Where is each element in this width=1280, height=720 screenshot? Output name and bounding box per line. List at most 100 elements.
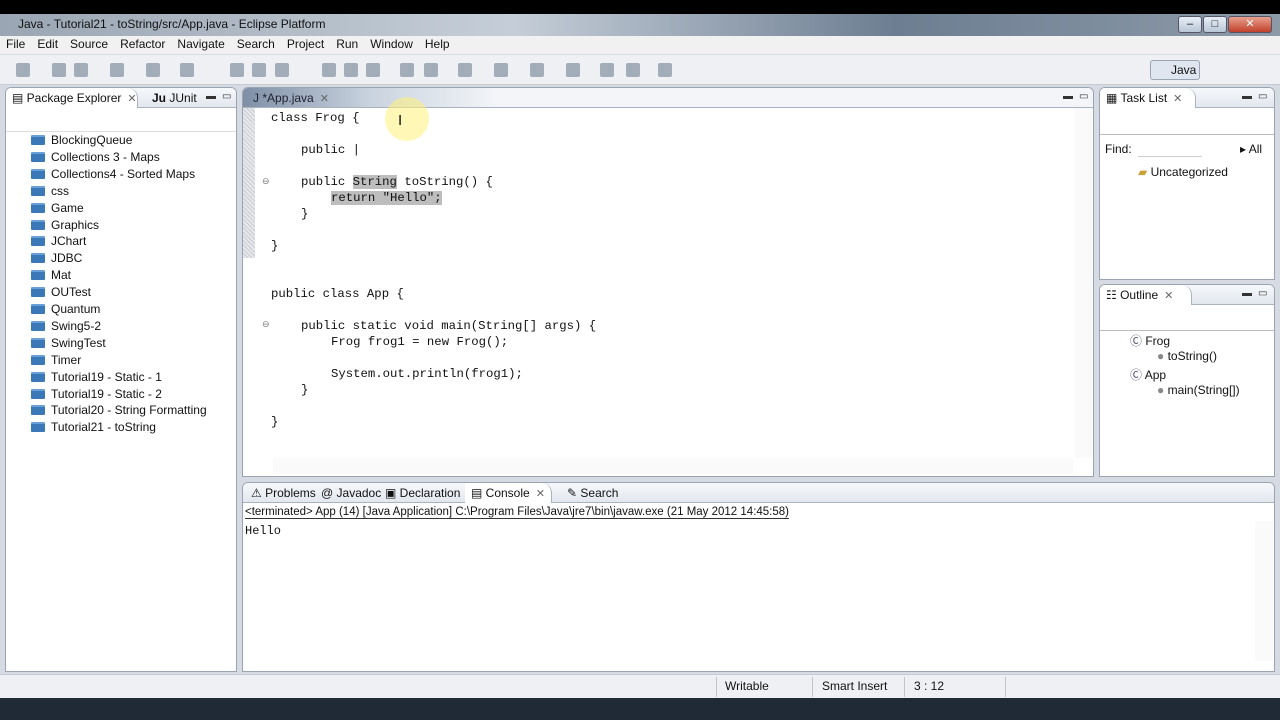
toolbar-button-icon[interactable] <box>16 63 30 77</box>
filter-all[interactable]: ▸ All <box>1240 142 1262 156</box>
toolbar-button-icon[interactable] <box>180 63 194 77</box>
toolbar-button-icon[interactable] <box>530 63 544 77</box>
menu-source[interactable]: Source <box>64 36 114 51</box>
outline-item[interactable]: ● toString() <box>1157 349 1217 366</box>
project-item[interactable]: Tutorial19 - Static - 1 <box>31 370 162 387</box>
maximize-icon[interactable]: ▭ <box>222 91 231 102</box>
maximize-icon[interactable]: ▭ <box>1258 288 1267 299</box>
minimize-icon[interactable]: ▬ <box>206 91 216 102</box>
project-label: Graphics <box>51 217 100 232</box>
menu-help[interactable]: Help <box>419 36 456 51</box>
project-item[interactable]: Collections4 - Sorted Maps <box>31 167 195 184</box>
fold-icon[interactable]: ⊖ <box>262 319 270 330</box>
close-button[interactable]: ✕ <box>1228 16 1272 33</box>
close-icon[interactable]: ✕ <box>320 93 329 105</box>
toolbar-button-icon[interactable] <box>110 63 124 77</box>
toolbar-button-icon[interactable] <box>658 63 672 77</box>
minimize-button[interactable]: – <box>1178 16 1202 33</box>
outline-item[interactable]: Ⓒ Frog <box>1130 332 1170 349</box>
editor-header: J *App.java ✕ ▬ ▭ <box>243 88 1093 108</box>
console-scrollbar[interactable] <box>1255 521 1273 661</box>
project-item[interactable]: Timer <box>31 353 81 370</box>
tab-task-list[interactable]: ▦ Task List ✕ <box>1100 88 1196 108</box>
menu-window[interactable]: Window <box>364 36 419 51</box>
project-item[interactable]: SwingTest <box>31 336 106 353</box>
close-icon[interactable]: ✕ <box>1173 93 1182 105</box>
toolbar-button-icon[interactable] <box>626 63 640 77</box>
toolbar-button-icon[interactable] <box>252 63 266 77</box>
menu-project[interactable]: Project <box>281 36 330 51</box>
outline-item[interactable]: Ⓒ App <box>1130 366 1166 383</box>
project-item[interactable]: Tutorial21 - toString <box>31 420 156 437</box>
find-input[interactable] <box>1138 140 1202 157</box>
tab-search[interactable]: ✎ Search <box>561 483 624 503</box>
menu-file[interactable]: File <box>0 36 31 51</box>
toolbar-button-icon[interactable] <box>566 63 580 77</box>
toolbar-button-icon[interactable] <box>400 63 414 77</box>
toolbar-button-icon[interactable] <box>366 63 380 77</box>
menu-navigate[interactable]: Navigate <box>171 36 230 51</box>
perspective-java-button[interactable]: Java <box>1150 60 1200 80</box>
toolbar-button-icon[interactable] <box>52 63 66 77</box>
project-item[interactable]: Game <box>31 201 84 218</box>
tab-package-explorer[interactable]: ▤ Package Explorer ✕ <box>6 88 138 108</box>
vertical-scrollbar[interactable] <box>1075 108 1093 458</box>
toolbar-button-icon[interactable] <box>424 63 438 77</box>
project-item[interactable]: Quantum <box>31 302 100 319</box>
toolbar-button-icon[interactable] <box>230 63 244 77</box>
project-item[interactable]: OUTest <box>31 285 91 302</box>
project-item[interactable]: Mat <box>31 268 71 285</box>
tab-app-java[interactable]: J *App.java ✕ <box>247 88 335 108</box>
close-icon[interactable]: ✕ <box>1164 290 1173 302</box>
project-item[interactable]: Swing5-2 <box>31 319 101 336</box>
project-item[interactable]: Tutorial19 - Static - 2 <box>31 387 162 404</box>
find-label: Find: <box>1105 142 1132 156</box>
tab-junit[interactable]: Ju JUnit <box>146 88 203 108</box>
menu-refactor[interactable]: Refactor <box>114 36 171 51</box>
menu-search[interactable]: Search <box>231 36 281 51</box>
project-item[interactable]: JChart <box>31 234 86 251</box>
tab-javadoc[interactable]: @ Javadoc <box>315 483 387 503</box>
project-folder-icon <box>31 287 45 298</box>
tab-outline[interactable]: ☷ Outline ✕ <box>1100 285 1192 305</box>
tab-declaration[interactable]: ▣ Declaration <box>379 483 466 503</box>
minimize-icon[interactable]: ▬ <box>1063 91 1073 102</box>
toolbar-button-icon[interactable] <box>344 63 358 77</box>
toolbar-button-icon[interactable] <box>74 63 88 77</box>
minimize-icon[interactable]: ▬ <box>1242 91 1252 102</box>
code-text: } <box>271 239 279 253</box>
maximize-button[interactable]: □ <box>1203 16 1227 33</box>
horizontal-scrollbar[interactable] <box>273 458 1073 474</box>
menu-run[interactable]: Run <box>330 36 364 51</box>
project-folder-icon <box>31 388 45 399</box>
minimize-icon[interactable]: ▬ <box>1242 288 1252 299</box>
toolbar: Java <box>0 55 1280 85</box>
toolbar-button-icon[interactable] <box>322 63 336 77</box>
tab-console[interactable]: ▤ Console ✕ <box>465 483 552 503</box>
toolbar-button-icon[interactable] <box>146 63 160 77</box>
close-icon[interactable]: ✕ <box>536 488 545 500</box>
maximize-icon[interactable]: ▭ <box>1258 91 1267 102</box>
console-output[interactable]: Hello <box>245 524 281 538</box>
project-item[interactable]: Graphics <box>31 218 99 235</box>
tab-problems[interactable]: ⚠ Problems <box>245 483 322 503</box>
project-item[interactable]: css <box>31 184 69 201</box>
category-uncategorized[interactable]: ▰ Uncategorized <box>1138 165 1228 179</box>
project-label: css <box>51 183 69 198</box>
toolbar-button-icon[interactable] <box>275 63 289 77</box>
project-item[interactable]: Tutorial20 - String Formatting <box>31 403 207 420</box>
toolbar-button-icon[interactable] <box>458 63 472 77</box>
menu-edit[interactable]: Edit <box>31 36 64 51</box>
project-item[interactable]: JDBC <box>31 251 82 268</box>
outline-item[interactable]: ● main(String[]) <box>1157 383 1240 400</box>
menu-bar: File Edit Source Refactor Navigate Search Proj… <box>0 36 1280 54</box>
toolbar-button-icon[interactable] <box>494 63 508 77</box>
fold-icon[interactable]: ⊖ <box>262 176 270 187</box>
project-item[interactable]: Collections 3 - Maps <box>31 150 160 167</box>
close-icon[interactable]: ✕ <box>127 93 136 105</box>
tab-label: Problems <box>265 486 316 500</box>
toolbar-button-icon[interactable] <box>600 63 614 77</box>
project-item[interactable]: BlockingQueue <box>31 133 132 150</box>
project-label: JChart <box>51 234 87 249</box>
maximize-icon[interactable]: ▭ <box>1079 91 1088 102</box>
